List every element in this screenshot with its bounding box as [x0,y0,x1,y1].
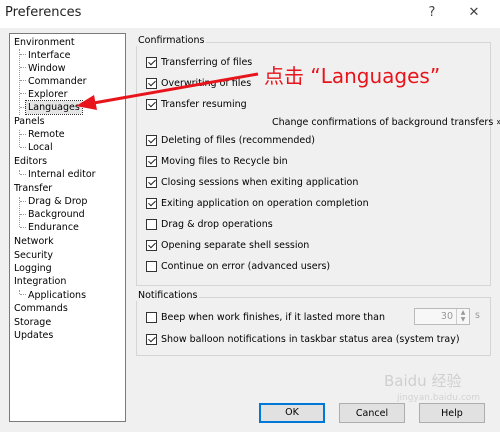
watermark: Baidu 经验 [384,372,462,390]
annotation-text: 点击 “Languages” [264,64,441,88]
watermark-sub: jingyan.baidu.com [397,393,481,403]
preferences-window: Preferences ? ✕ Environment Interface Wi… [0,0,500,432]
